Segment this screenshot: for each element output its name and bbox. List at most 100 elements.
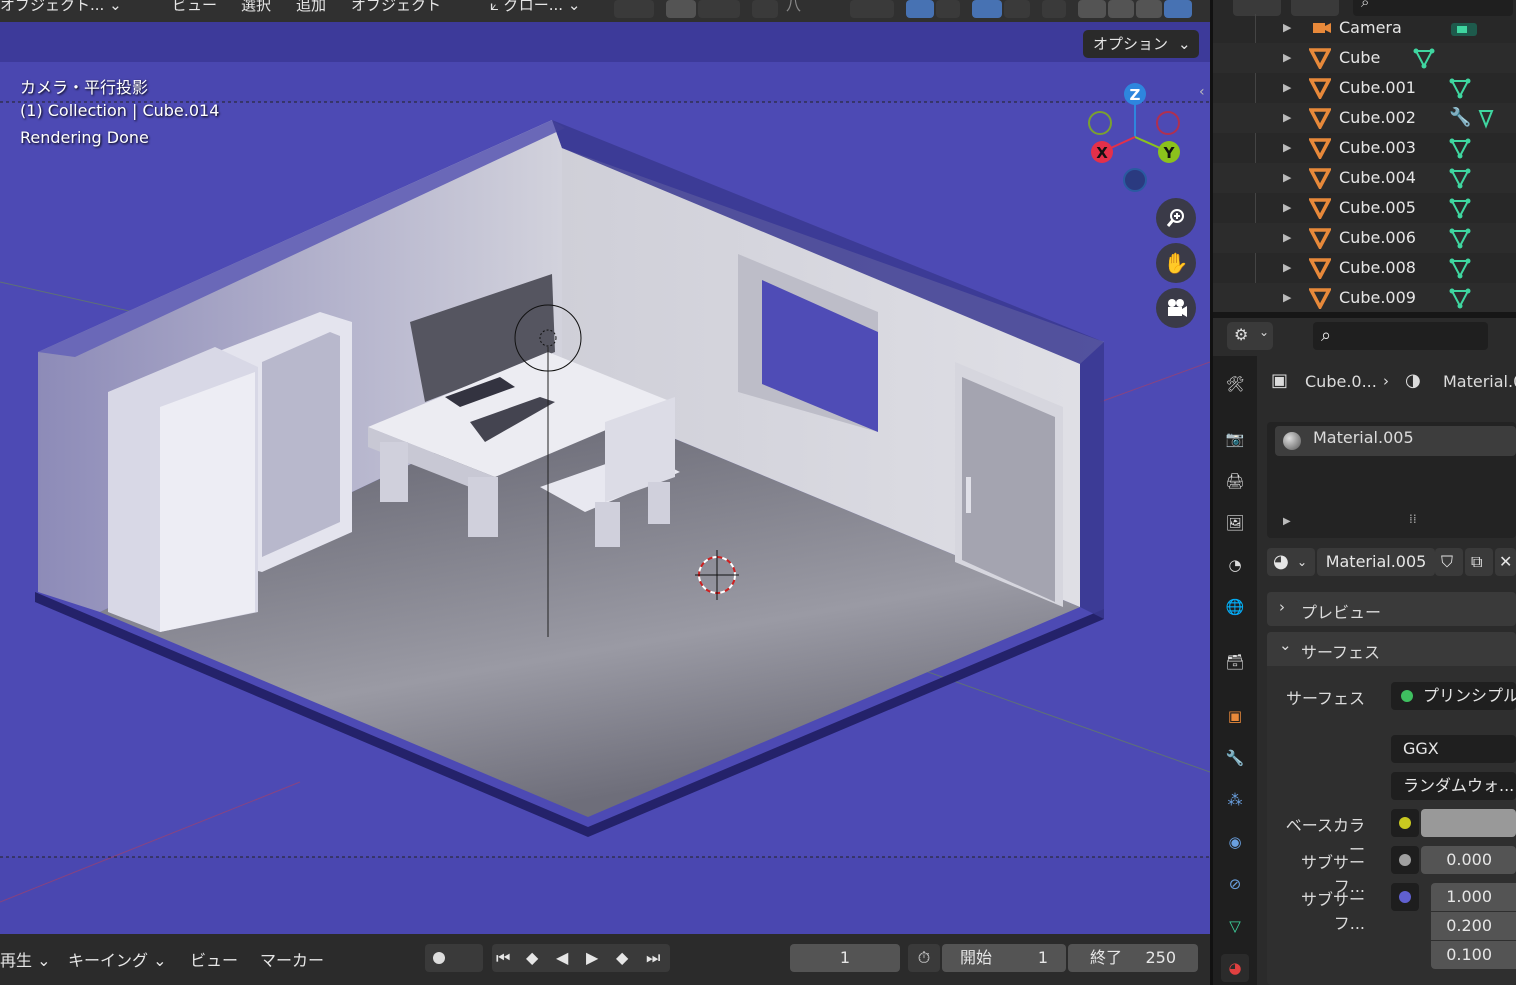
keying-menu[interactable]: キーイング ⌄	[68, 947, 167, 971]
playback-menu[interactable]: 再生 ⌄	[0, 947, 51, 971]
tab-world[interactable]: 🌐	[1221, 593, 1249, 621]
snap-toggle-button[interactable]	[666, 0, 696, 18]
expand-arrow-icon[interactable]: ▶	[1283, 21, 1291, 34]
properties-search-input[interactable]: ⌕	[1313, 322, 1488, 350]
proportional-edit-button[interactable]	[752, 0, 778, 18]
outliner-row-camera[interactable]: ▶ Camera	[1213, 13, 1516, 43]
expand-arrow-icon[interactable]: ▶	[1283, 141, 1291, 154]
mesh-data-icon[interactable]	[1449, 167, 1471, 189]
zoom-button[interactable]	[1156, 198, 1196, 238]
tab-physics[interactable]: ◉	[1221, 828, 1249, 856]
xray-toggle-button[interactable]	[1042, 0, 1066, 18]
outliner-row-cube-006[interactable]: ▶ Cube.006	[1213, 223, 1516, 253]
jump-end-icon[interactable]: ⏭	[646, 944, 660, 972]
subsurface-method-dropdown[interactable]: ランダムウォ...	[1391, 772, 1516, 800]
expand-arrow-icon[interactable]: ▶	[1283, 291, 1291, 304]
mesh-data-icon[interactable]	[1413, 47, 1435, 69]
surface-shader-field[interactable]: プリンシプル	[1391, 682, 1516, 710]
mesh-data-icon[interactable]	[1449, 137, 1471, 159]
camera-data-icon[interactable]	[1449, 17, 1479, 39]
resize-handle-icon[interactable]: ⁞⁞	[1409, 512, 1417, 526]
overlay-dropdown[interactable]	[1004, 0, 1030, 18]
next-keyframe-icon[interactable]: ◆	[616, 944, 628, 972]
duplicate-material-button[interactable]: ⧉	[1465, 548, 1493, 576]
subsurface-radius-z-field[interactable]: 0.100	[1431, 941, 1516, 969]
fake-user-button[interactable]: ⛉	[1435, 548, 1463, 576]
expand-arrow-icon[interactable]: ▶	[1283, 51, 1291, 64]
preview-range-button[interactable]: ⏱	[908, 944, 940, 972]
selectability-dropdown[interactable]	[850, 0, 894, 18]
tab-view-layer[interactable]: 🖼	[1221, 509, 1249, 537]
timeline-view-menu[interactable]: ビュー	[190, 947, 238, 971]
subsurface-radius-x-field[interactable]: 1.000	[1431, 883, 1516, 911]
mesh-data-icon[interactable]	[1449, 197, 1471, 219]
tab-output[interactable]: 🖨	[1221, 467, 1249, 495]
subsurface-socket[interactable]	[1391, 846, 1419, 874]
pivot-point-button[interactable]	[614, 0, 654, 18]
mesh-data-icon[interactable]	[1449, 227, 1471, 249]
pan-button[interactable]: ✋	[1156, 243, 1196, 283]
gizmo-toggle-button[interactable]	[906, 0, 934, 18]
current-frame-field[interactable]: 1	[790, 944, 900, 972]
tab-constraints[interactable]: ⊘	[1221, 870, 1249, 898]
base-color-socket[interactable]	[1391, 809, 1419, 837]
outliner-row-cube-005[interactable]: ▶ Cube.005	[1213, 193, 1516, 223]
subsurface-radius-y-field[interactable]: 0.200	[1431, 912, 1516, 940]
unlink-material-button[interactable]: ✕	[1495, 548, 1516, 576]
outliner-row-cube-003[interactable]: ▶ Cube.003	[1213, 133, 1516, 163]
menu-object[interactable]: オブジェクト	[351, 0, 441, 15]
play-reverse-icon[interactable]: ◀	[556, 944, 568, 972]
frame-start-field[interactable]: 開始 1	[942, 944, 1066, 972]
menu-view[interactable]: ビュー	[172, 0, 217, 15]
tab-scene[interactable]: ◔	[1221, 551, 1249, 579]
base-color-swatch[interactable]	[1421, 809, 1516, 837]
outliner-row-cube-004[interactable]: ▶ Cube.004	[1213, 163, 1516, 193]
subsurface-radius-socket[interactable]	[1391, 883, 1419, 911]
mode-dropdown[interactable]: オブジェクト... ⌄	[0, 0, 122, 15]
play-icon[interactable]: ▶	[586, 944, 598, 972]
surface-panel-header[interactable]: ⌄ サーフェス	[1267, 632, 1516, 666]
overlay-toggle-button[interactable]	[972, 0, 1002, 18]
tab-particles[interactable]: ⁂	[1221, 786, 1249, 814]
shading-rendered-button[interactable]	[1164, 0, 1192, 18]
distribution-dropdown[interactable]: GGX	[1391, 735, 1516, 763]
mesh-data-icon[interactable]	[1449, 257, 1471, 279]
shading-material-button[interactable]	[1136, 0, 1162, 18]
expand-arrow-icon[interactable]: ▶	[1283, 516, 1291, 527]
outliner-row-cube-001[interactable]: ▶ Cube.001	[1213, 73, 1516, 103]
snap-target-dropdown[interactable]	[698, 0, 740, 18]
expand-arrow-icon[interactable]: ▶	[1283, 201, 1291, 214]
expand-arrow-icon[interactable]: ▶	[1283, 111, 1291, 124]
expand-arrow-icon[interactable]: ▶	[1283, 81, 1291, 94]
frame-end-field[interactable]: 終了 250	[1068, 944, 1198, 972]
shading-wireframe-button[interactable]	[1078, 0, 1106, 18]
mesh-data-icon[interactable]	[1449, 77, 1471, 99]
tab-modifiers[interactable]: 🔧	[1221, 744, 1249, 772]
marker-menu[interactable]: マーカー	[260, 947, 324, 971]
options-dropdown[interactable]: オプション ⌄	[1083, 30, 1199, 58]
expand-arrow-icon[interactable]: ▶	[1283, 261, 1291, 274]
3d-viewport[interactable]: カメラ・平行投影 (1) Collection | Cube.014 Rende…	[0, 22, 1210, 934]
outliner-row-cube-008[interactable]: ▶ Cube.008	[1213, 253, 1516, 283]
tab-data[interactable]: ▽	[1221, 912, 1249, 940]
sidebar-toggle-icon[interactable]: ‹	[1199, 84, 1205, 100]
transform-orientation-dropdown[interactable]: ⟀ グロー... ⌄	[490, 0, 580, 15]
tab-collection[interactable]: 🗃	[1221, 648, 1249, 676]
tab-material[interactable]: ◕	[1221, 954, 1249, 982]
menu-add[interactable]: 追加	[296, 0, 326, 15]
tab-object[interactable]: ▣	[1221, 702, 1249, 730]
proportional-falloff-dropdown[interactable]: 八	[786, 0, 801, 15]
mesh-data-icon[interactable]	[1449, 287, 1471, 309]
auto-keying-button[interactable]	[425, 944, 483, 972]
navigation-gizmo[interactable]: Z Y X	[1085, 77, 1195, 192]
material-name-field[interactable]: Material.005	[1317, 548, 1435, 576]
outliner-row-cube-002[interactable]: ▶ Cube.002 🔧	[1213, 103, 1516, 133]
gizmo-dropdown[interactable]	[936, 0, 960, 18]
shading-solid-button[interactable]	[1108, 0, 1134, 18]
properties-editor-type-button[interactable]: ⚙ ⌄	[1227, 322, 1273, 350]
expand-arrow-icon[interactable]: ▶	[1283, 231, 1291, 244]
mesh-data-icon[interactable]	[1477, 107, 1495, 129]
jump-start-icon[interactable]: ⏮	[496, 944, 510, 972]
modifier-wrench-icon[interactable]: 🔧	[1449, 107, 1471, 128]
subsurface-value-field[interactable]: 0.000	[1421, 846, 1516, 874]
